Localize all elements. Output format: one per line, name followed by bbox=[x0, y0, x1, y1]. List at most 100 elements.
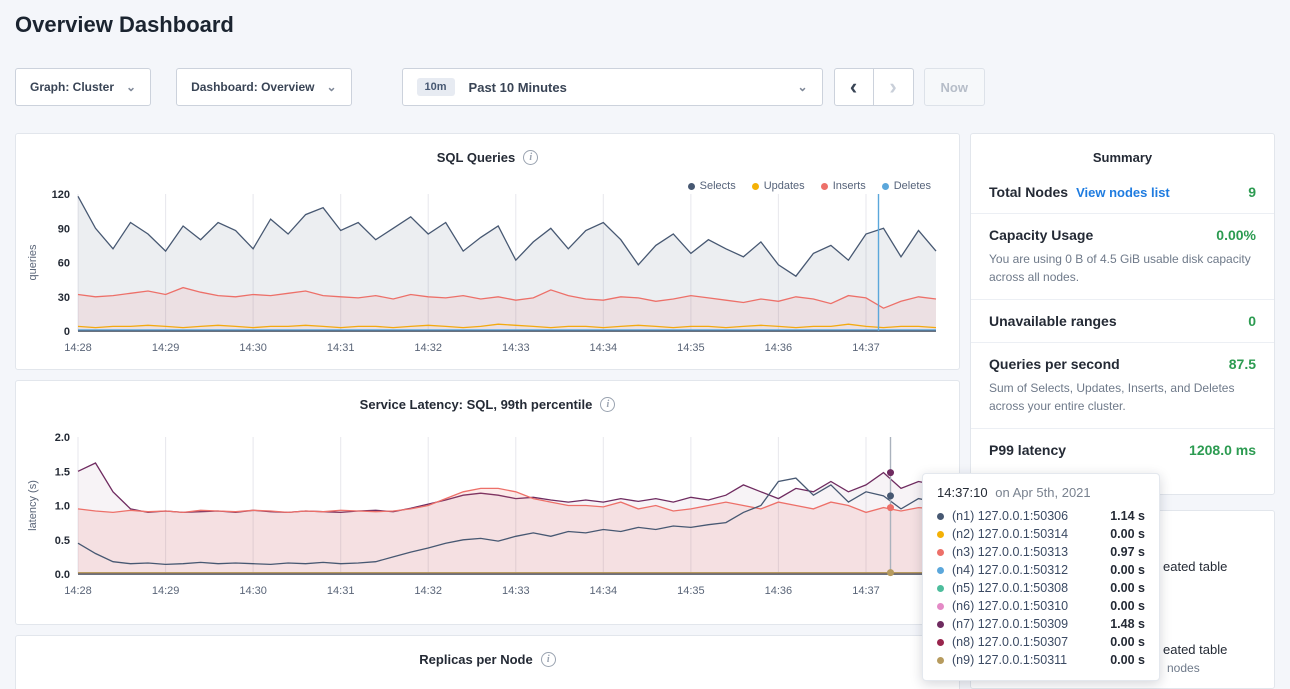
tooltip-row: (n9) 127.0.0.1:50311 0.00 s bbox=[937, 651, 1145, 669]
tooltip-time: 14:37:10 bbox=[937, 485, 988, 500]
tooltip-node: (n2) 127.0.0.1:50314 bbox=[952, 527, 1068, 541]
summary-title: Summary bbox=[971, 134, 1274, 171]
svg-text:14:31: 14:31 bbox=[327, 585, 355, 597]
dashboard-dropdown[interactable]: Dashboard: Overview bbox=[176, 68, 351, 106]
svg-text:14:35: 14:35 bbox=[677, 342, 705, 354]
summary-row: Queries per second87.5Sum of Selects, Up… bbox=[971, 342, 1274, 428]
time-pager: ‹ › bbox=[834, 68, 914, 106]
replicas-title: Replicas per Node bbox=[419, 652, 532, 667]
tooltip-row: (n6) 127.0.0.1:50310 0.00 s bbox=[937, 597, 1145, 615]
svg-text:14:32: 14:32 bbox=[414, 585, 442, 597]
event-text-fragment: eated table bbox=[1163, 642, 1227, 657]
svg-text:14:36: 14:36 bbox=[765, 342, 793, 354]
sql-queries-title: SQL Queries bbox=[437, 150, 516, 165]
summary-label: Unavailable ranges bbox=[989, 313, 1117, 329]
tooltip-value: 1.48 s bbox=[1110, 617, 1145, 631]
series-dot-icon bbox=[937, 657, 944, 664]
chevron-down-icon bbox=[126, 81, 136, 93]
summary-row: Total Nodes View nodes list 9 bbox=[971, 171, 1274, 213]
tooltip-date: on Apr 5th, 2021 bbox=[995, 485, 1090, 500]
svg-text:14:29: 14:29 bbox=[152, 585, 180, 597]
service-latency-panel: Service Latency: SQL, 99th percentile 14… bbox=[15, 380, 960, 625]
tooltip-value: 1.14 s bbox=[1110, 509, 1145, 523]
info-icon[interactable] bbox=[523, 150, 538, 165]
now-button[interactable]: Now bbox=[924, 68, 985, 106]
tooltip-value: 0.00 s bbox=[1110, 581, 1145, 595]
tooltip-node: (n3) 127.0.0.1:50313 bbox=[952, 545, 1068, 559]
tooltip-node: (n4) 127.0.0.1:50312 bbox=[952, 563, 1068, 577]
svg-text:14:37: 14:37 bbox=[852, 342, 880, 354]
svg-text:2.0: 2.0 bbox=[55, 432, 70, 444]
summary-label: P99 latency bbox=[989, 442, 1066, 458]
summary-panel: Summary Total Nodes View nodes list 9 Capac… bbox=[970, 133, 1275, 495]
svg-text:14:28: 14:28 bbox=[64, 342, 92, 354]
summary-rows: Total Nodes View nodes list 9 Capacity Usag… bbox=[971, 171, 1274, 471]
view-nodes-link[interactable]: View nodes list bbox=[1076, 185, 1170, 200]
summary-row: Capacity Usage0.00%You are using 0 B of … bbox=[971, 213, 1274, 299]
tooltip-row: (n8) 127.0.0.1:503070.00 s bbox=[937, 633, 1145, 651]
svg-text:0: 0 bbox=[64, 326, 70, 338]
time-range-badge: 10m bbox=[417, 78, 455, 96]
svg-text:60: 60 bbox=[58, 258, 70, 270]
summary-value: 0.00% bbox=[1216, 227, 1256, 243]
summary-label: Capacity Usage bbox=[989, 227, 1093, 243]
svg-text:queries: queries bbox=[27, 244, 39, 281]
tooltip-node: (n5) 127.0.0.1:50308 bbox=[952, 581, 1068, 595]
svg-text:14:33: 14:33 bbox=[502, 585, 530, 597]
svg-text:14:33: 14:33 bbox=[502, 342, 530, 354]
tooltip-node: (n1) 127.0.0.1:50306 bbox=[952, 509, 1068, 523]
info-icon[interactable] bbox=[541, 652, 556, 667]
summary-row: P99 latency1208.0 ms bbox=[971, 428, 1274, 471]
time-range-label: Past 10 Minutes bbox=[469, 80, 567, 95]
summary-label: Queries per second bbox=[989, 356, 1120, 372]
chart-tooltip: 14:37:10 on Apr 5th, 2021 (n1) 127.0.0.1… bbox=[922, 473, 1160, 681]
chart-title-row: SQL Queries bbox=[16, 134, 959, 165]
tooltip-row: (n1) 127.0.0.1:50306 1.14 s bbox=[937, 507, 1145, 525]
tooltip-row: (n3) 127.0.0.1:503130.97 s bbox=[937, 543, 1145, 561]
service-latency-title: Service Latency: SQL, 99th percentile bbox=[360, 397, 593, 412]
page-title: Overview Dashboard bbox=[15, 12, 234, 38]
sql-queries-panel: SQL Queries SelectsUpdatesInsertsDeletes… bbox=[15, 133, 960, 370]
svg-text:14:34: 14:34 bbox=[590, 342, 618, 354]
tooltip-value: 0.00 s bbox=[1110, 527, 1145, 541]
chevron-down-icon bbox=[797, 81, 807, 93]
series-dot-icon bbox=[937, 585, 944, 592]
svg-text:0.0: 0.0 bbox=[55, 569, 70, 581]
summary-label: Total Nodes bbox=[989, 184, 1068, 200]
service-latency-chart[interactable]: 14:2814:2914:3014:3114:3214:3314:3414:35… bbox=[16, 429, 961, 602]
time-range-picker[interactable]: 10m Past 10 Minutes bbox=[402, 68, 823, 106]
chart-title-row: Service Latency: SQL, 99th percentile bbox=[16, 381, 959, 412]
time-prev-button[interactable]: ‹ bbox=[834, 68, 874, 106]
svg-text:14:31: 14:31 bbox=[327, 342, 355, 354]
svg-text:1.0: 1.0 bbox=[55, 501, 70, 513]
series-dot-icon bbox=[937, 549, 944, 556]
tooltip-rows: (n1) 127.0.0.1:50306 1.14 s (n2) 127.0.0.1… bbox=[937, 507, 1145, 669]
series-dot-icon bbox=[937, 639, 944, 646]
event-text-fragment: eated table bbox=[1163, 559, 1227, 574]
tooltip-value: 0.00 s bbox=[1110, 599, 1145, 613]
tooltip-row: (n4) 127.0.0.1:503120.00 s bbox=[937, 561, 1145, 579]
summary-value: 87.5 bbox=[1229, 356, 1256, 372]
series-dot-icon bbox=[937, 513, 944, 520]
tooltip-value: 0.00 s bbox=[1110, 635, 1145, 649]
tooltip-header: 14:37:10 on Apr 5th, 2021 bbox=[937, 485, 1145, 500]
series-dot-icon bbox=[937, 567, 944, 574]
graph-dropdown[interactable]: Graph: Cluster bbox=[15, 68, 151, 106]
tooltip-node: (n6) 127.0.0.1:50310 bbox=[952, 599, 1068, 613]
summary-row: Unavailable ranges0 bbox=[971, 299, 1274, 342]
summary-value: 9 bbox=[1248, 184, 1256, 200]
tooltip-value: 0.00 s bbox=[1110, 653, 1145, 667]
svg-text:90: 90 bbox=[58, 223, 70, 235]
tooltip-node: (n9) 127.0.0.1:50311 bbox=[952, 653, 1067, 667]
svg-text:14:30: 14:30 bbox=[239, 342, 267, 354]
info-icon[interactable] bbox=[600, 397, 615, 412]
svg-text:14:35: 14:35 bbox=[677, 585, 705, 597]
chevron-down-icon bbox=[326, 81, 336, 93]
sql-queries-chart[interactable]: 14:28 14:29 14:30 14:31 14:32 14:33 14:34 14:35… bbox=[16, 186, 961, 359]
dashboard-dropdown-label: Dashboard: Overview bbox=[191, 80, 314, 94]
svg-text:14:32: 14:32 bbox=[414, 342, 442, 354]
tooltip-row: (n7) 127.0.0.1:503091.48 s bbox=[937, 615, 1145, 633]
series-dot-icon bbox=[937, 603, 944, 610]
time-next-button[interactable]: › bbox=[874, 68, 914, 106]
svg-text:14:29: 14:29 bbox=[152, 342, 180, 354]
